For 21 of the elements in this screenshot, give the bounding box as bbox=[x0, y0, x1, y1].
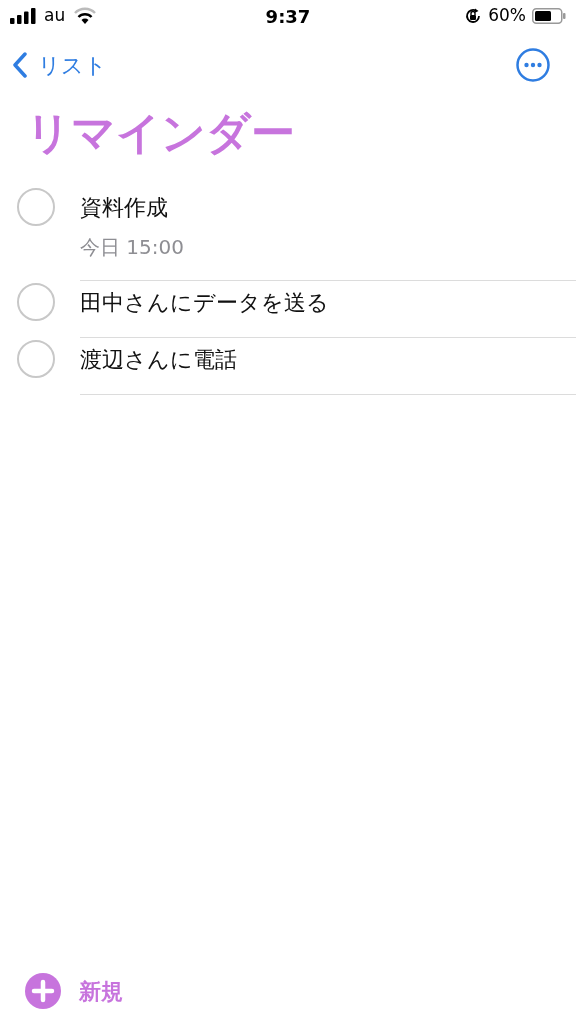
list-title: リマインダー bbox=[25, 106, 296, 160]
reminder-title: 田中さんにデータを送る bbox=[80, 289, 330, 317]
rotation-lock-icon bbox=[464, 7, 483, 25]
complete-checkbox[interactable] bbox=[17, 283, 55, 321]
plus-circle-icon bbox=[25, 973, 61, 1009]
reminder-title: 渡辺さんに電話 bbox=[80, 346, 238, 374]
complete-checkbox[interactable] bbox=[17, 340, 55, 378]
new-reminder-button[interactable]: 新規 bbox=[0, 973, 576, 1009]
complete-checkbox[interactable] bbox=[17, 188, 55, 226]
battery-icon bbox=[532, 8, 566, 24]
due-date: 今日 15:00 bbox=[80, 234, 185, 261]
reminder-title: 資料作成 bbox=[80, 194, 169, 222]
signal-icon bbox=[10, 8, 36, 24]
battery-percentage: 60% bbox=[488, 4, 526, 28]
carrier-name: au bbox=[44, 4, 66, 28]
wifi-icon bbox=[73, 7, 98, 25]
chevron-left-icon bbox=[12, 52, 28, 78]
clock-time: 9:37 bbox=[265, 4, 311, 29]
back-button[interactable]: リスト bbox=[12, 48, 107, 82]
more-button[interactable] bbox=[516, 48, 550, 82]
more-icon bbox=[516, 48, 550, 82]
